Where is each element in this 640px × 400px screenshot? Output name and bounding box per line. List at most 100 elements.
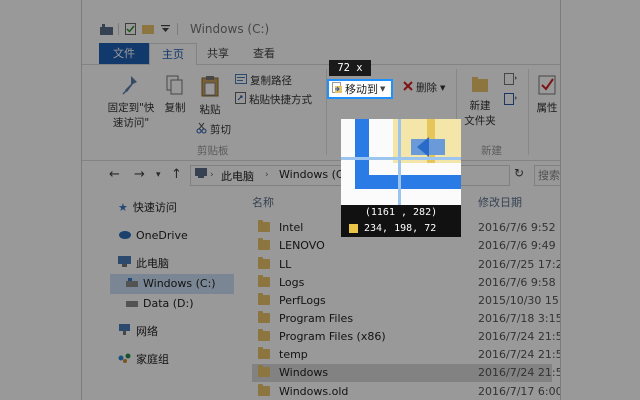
scissors-icon (196, 122, 207, 137)
breadcrumb-this-pc[interactable]: 此电脑 (221, 168, 254, 184)
star-icon: ★ (118, 201, 128, 214)
easy-access-icon[interactable] (504, 93, 518, 108)
file-date: 2016/7/6 9:52 (478, 221, 556, 234)
new-folder-label-line1: 新建 (469, 100, 491, 112)
nav-drive-d[interactable]: Data (D:) (126, 294, 194, 314)
divider (118, 23, 119, 35)
breadcrumb-drive[interactable]: Windows (C (279, 168, 344, 181)
file-name: LENOVO (279, 239, 325, 252)
folder-icon (258, 293, 270, 305)
chevron-down-icon[interactable] (158, 22, 172, 36)
folder-icon (258, 257, 270, 269)
tab-home[interactable]: 主页 (149, 43, 197, 66)
file-row[interactable]: Program Files 2016/7/18 3:15 (252, 310, 560, 328)
navigation-pane: ★ 快速访问 OneDrive 此电脑 Windows (C:) Data (D… (82, 188, 237, 400)
cut-label: 剪切 (210, 124, 231, 136)
refresh-icon[interactable]: ↻ (514, 166, 524, 180)
back-arrow-icon[interactable]: ← (109, 167, 120, 182)
computer-icon (118, 254, 131, 274)
magnified-pixels (341, 119, 461, 205)
file-name: Program Files (279, 312, 354, 325)
nav-drive-c[interactable]: Windows (C:) (110, 274, 234, 294)
file-name: Program Files (x86) (279, 330, 386, 343)
file-date: 2016/7/6 9:58 (478, 276, 556, 289)
column-header-name[interactable]: 名称 (252, 194, 274, 210)
nav-label: Windows (C:) (143, 277, 216, 290)
homegroup-icon (118, 350, 131, 370)
nav-quick-access[interactable]: ★ 快速访问 (118, 198, 177, 218)
nav-label: Data (D:) (143, 297, 194, 310)
file-date: 2016/7/24 21:56 (478, 330, 561, 343)
chevron-down-icon: ▼ (440, 83, 446, 92)
file-row[interactable]: Windows 2016/7/24 21:56 (252, 364, 560, 382)
file-row[interactable]: PerfLogs 2015/10/30 15:24 (252, 292, 560, 310)
copy-button[interactable]: 复制 (159, 75, 191, 115)
nav-onedrive[interactable]: OneDrive (118, 226, 188, 246)
chevron-right-icon: › (210, 170, 214, 180)
computer-icon (195, 168, 207, 181)
move-to-label: 移动到 (345, 83, 378, 96)
recent-locations-icon[interactable]: ▾ (156, 170, 161, 180)
folder-icon (258, 311, 270, 323)
properties-button[interactable]: 属性 (534, 75, 560, 115)
delete-button[interactable]: 删除 ▼ (403, 80, 445, 95)
folder-icon (258, 220, 270, 232)
cloud-icon (118, 226, 131, 246)
paste-button[interactable]: 粘贴 (195, 75, 225, 117)
pin-quick-access-button[interactable]: 固定到"快 速访问" (106, 75, 156, 130)
new-folder-icon (462, 75, 498, 96)
file-date: 2016/7/24 21:56 (478, 348, 561, 361)
copy-path-label: 复制路径 (250, 75, 292, 87)
capture-selection-region[interactable]: 移动到 ▼ (327, 79, 393, 99)
forward-arrow-icon[interactable]: → (134, 167, 145, 182)
new-folder-button[interactable]: 新建 文件夹 (462, 75, 498, 128)
file-row[interactable]: Windows.old 2016/7/17 6:00 (252, 383, 560, 400)
copy-path-icon (235, 74, 247, 87)
file-date: 2016/7/25 17:26 (478, 258, 561, 271)
chevron-right-icon: › (265, 170, 269, 180)
search-input[interactable]: 搜索 (534, 165, 560, 186)
folder-icon (258, 275, 270, 287)
tab-share[interactable]: 共享 (195, 43, 241, 64)
new-folder-quick-icon[interactable] (141, 22, 155, 36)
nav-this-pc[interactable]: 此电脑 (118, 254, 169, 274)
up-arrow-icon[interactable]: ↑ (171, 167, 182, 182)
paste-icon (195, 75, 225, 100)
nav-label: 快速访问 (132, 201, 177, 214)
delete-label: 删除 (416, 82, 437, 94)
copy-icon (159, 75, 191, 98)
nav-homegroup[interactable]: 家庭组 (118, 350, 169, 370)
window-title: Windows (C:) (190, 22, 270, 36)
group-divider (528, 69, 529, 155)
file-date: 2016/7/18 3:15 (478, 312, 561, 325)
file-row[interactable]: LL 2016/7/25 17:26 (252, 256, 560, 274)
color-swatch (349, 224, 358, 233)
new-group-label: 新建 (481, 145, 502, 157)
title-bar: Windows (C:) (82, 18, 560, 40)
nav-label: 此电脑 (136, 257, 169, 270)
file-row[interactable]: Program Files (x86) 2016/7/24 21:56 (252, 328, 560, 346)
tab-file[interactable]: 文件 (99, 43, 149, 64)
copy-path-button[interactable]: 复制路径 (235, 73, 292, 88)
paste-shortcut-button[interactable]: 粘贴快捷方式 (235, 92, 312, 107)
move-to-icon (332, 81, 343, 97)
divider (177, 23, 178, 35)
file-row[interactable]: LENOVO 2016/7/6 9:49 (252, 237, 556, 255)
file-name: PerfLogs (279, 294, 326, 307)
window-icon (99, 22, 113, 36)
column-header-date[interactable]: 修改日期 (478, 194, 522, 210)
file-date: 2015/10/30 15:24 (478, 294, 560, 307)
tab-view[interactable]: 查看 (241, 43, 287, 64)
file-row[interactable]: temp 2016/7/24 21:56 (252, 346, 560, 364)
nav-network[interactable]: 网络 (118, 322, 158, 342)
file-row[interactable]: Logs 2016/7/6 9:58 (252, 274, 556, 292)
nav-label: 家庭组 (136, 353, 169, 366)
paste-shortcut-icon (235, 92, 246, 107)
properties-icon (534, 75, 560, 98)
properties-quick-icon[interactable] (123, 22, 137, 36)
file-date: 2016/7/17 6:00 (478, 385, 561, 398)
cut-button[interactable]: 剪切 (196, 122, 231, 137)
new-item-icon[interactable] (504, 73, 518, 88)
ribbon-tabs: 文件 主页 共享 查看 (82, 43, 560, 66)
file-name: LL (279, 258, 292, 271)
